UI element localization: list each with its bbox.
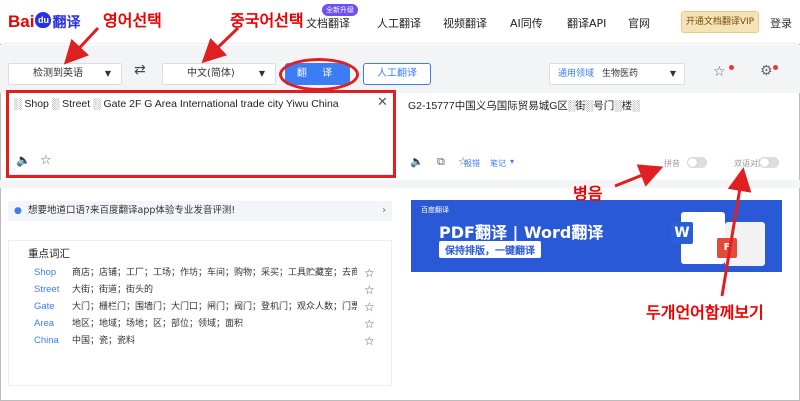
- vocab-meaning: 大街；街道；街头的: [72, 285, 154, 295]
- tip-text: 想要地道口语?来百度翻译app体验专业发音评测!: [28, 205, 236, 216]
- vocab-row: Shop 商店；店铺；工厂；工场；作坊；车间；购物；采买；工具贮藏室；去商...…: [34, 265, 384, 281]
- vocab-word[interactable]: Street: [34, 282, 59, 298]
- domain-label: 通用领域: [558, 69, 595, 79]
- notification-dot: [729, 65, 734, 70]
- source-lang-select[interactable]: 检测到英语 ▼: [8, 63, 122, 85]
- copy-icon[interactable]: ⧉: [437, 155, 445, 169]
- target-lang-label: 中文(简体): [187, 68, 235, 79]
- target-lang-select[interactable]: 中文(简体) ▼: [162, 63, 276, 85]
- source-highlight-box: [6, 90, 396, 178]
- banner-title: PDF翻译 | Word翻译: [439, 223, 604, 242]
- source-lang-label: 检测到英语: [33, 68, 83, 79]
- notification-dot: [773, 65, 778, 70]
- vocab-row: Area 地区；地域；场地；区；部位；领域；面积 ☆: [34, 316, 384, 332]
- star-icon[interactable]: ☆: [364, 265, 375, 281]
- chevron-down-icon: ▼: [669, 69, 676, 78]
- nav-ai-interpret[interactable]: AI同传: [510, 15, 543, 31]
- human-translate-button[interactable]: 人工翻译: [363, 63, 431, 85]
- star-icon[interactable]: ☆: [364, 282, 375, 298]
- nav-video-translate[interactable]: 视频翻译: [443, 15, 487, 31]
- vocab-row: China 中国；瓷；瓷料 ☆: [34, 333, 384, 349]
- chevron-right-icon: ›: [382, 205, 386, 216]
- report-error-link[interactable]: 报错: [464, 158, 480, 169]
- star-icon[interactable]: ☆: [364, 333, 375, 349]
- vocab-meaning: 大门；栅栏门；围墙门；大门口；闸门；阀门；登机门；观众人数；门票...: [72, 302, 357, 312]
- pdf-word-banner[interactable]: 百度翻译 PDF翻译 | Word翻译 保持排版，一键翻译 W F: [411, 200, 782, 272]
- logo-text: Bai: [8, 12, 35, 31]
- vocab-row: Street 大街；街道；街头的 ☆: [34, 282, 384, 298]
- chevron-down-icon[interactable]: ▾: [510, 157, 514, 166]
- nav-official-site[interactable]: 官网: [628, 15, 650, 31]
- vocab-word[interactable]: Shop: [34, 265, 56, 281]
- vocab-meaning: 中国；瓷；瓷料: [72, 336, 136, 346]
- star-icon[interactable]: ☆: [364, 299, 375, 315]
- chevron-down-icon: ▼: [258, 69, 265, 78]
- pinyin-toggle[interactable]: [687, 157, 707, 168]
- swap-icon[interactable]: ⇄: [134, 62, 146, 78]
- speaker-icon[interactable]: 🔈: [410, 155, 424, 168]
- chevron-down-icon: ▼: [104, 69, 111, 78]
- annotation-chinese-select: 중국어선택: [230, 11, 304, 30]
- section-divider: [0, 180, 800, 188]
- logo-suffix: 翻译: [52, 14, 81, 30]
- pinyin-label: 拼音: [664, 159, 680, 168]
- domain-select[interactable]: 通用领域 生物医药 ▼: [549, 63, 685, 85]
- nav-translate-api[interactable]: 翻译API: [567, 15, 606, 31]
- baidu-logo[interactable]: Bai du 翻译: [8, 12, 80, 32]
- login-link[interactable]: 登录: [770, 15, 792, 31]
- vocab-word[interactable]: Area: [34, 316, 54, 332]
- vip-button[interactable]: 开通文档翻译VIP: [681, 11, 759, 33]
- vocab-meaning: 地区；地域；场地；区；部位；领域；面积: [72, 319, 244, 329]
- gear-icon[interactable]: ⚙: [760, 63, 773, 79]
- domain-value: 生物医药: [602, 69, 639, 79]
- translation-output: G2-15777中国义乌国际贸易城G区░街░号门░楼░: [408, 100, 640, 112]
- favorites-star-icon[interactable]: ☆: [713, 64, 726, 80]
- annotation-pinyin: 병음: [573, 184, 603, 203]
- banner-brand: 百度翻译: [421, 206, 449, 214]
- vocab-word[interactable]: Gate: [34, 299, 55, 315]
- lightbulb-icon: ●: [14, 206, 22, 216]
- vocab-title: 重点词汇: [28, 248, 70, 260]
- annotation-bilingual: 두개언어함께보기: [646, 303, 764, 322]
- translate-highlight-ellipse: [279, 58, 359, 91]
- nav-doc-translate[interactable]: 文档翻译: [306, 15, 350, 31]
- vocab-row: Gate 大门；栅栏门；围墙门；大门口；闸门；阀门；登机门；观众人数；门票...…: [34, 299, 384, 315]
- vocab-word[interactable]: China: [34, 333, 59, 349]
- star-icon[interactable]: ☆: [364, 316, 375, 332]
- vocab-meaning: 商店；店铺；工厂；工场；作坊；车间；购物；采买；工具贮藏室；去商...: [72, 268, 357, 278]
- banner-subtitle: 保持排版，一键翻译: [439, 241, 541, 258]
- pdf-doc-icon: F: [717, 222, 765, 266]
- bilingual-toggle[interactable]: [759, 157, 779, 168]
- notes-link[interactable]: 笔记: [490, 158, 506, 169]
- document-illustration: W F: [663, 208, 773, 268]
- paw-icon: du: [35, 12, 52, 28]
- nav-human-translate[interactable]: 人工翻译: [377, 15, 421, 31]
- app-promo-tip[interactable]: ● 想要地道口语?来百度翻译app体验专业发音评测! ›: [8, 201, 392, 221]
- annotation-english-select: 영어선택: [103, 11, 162, 30]
